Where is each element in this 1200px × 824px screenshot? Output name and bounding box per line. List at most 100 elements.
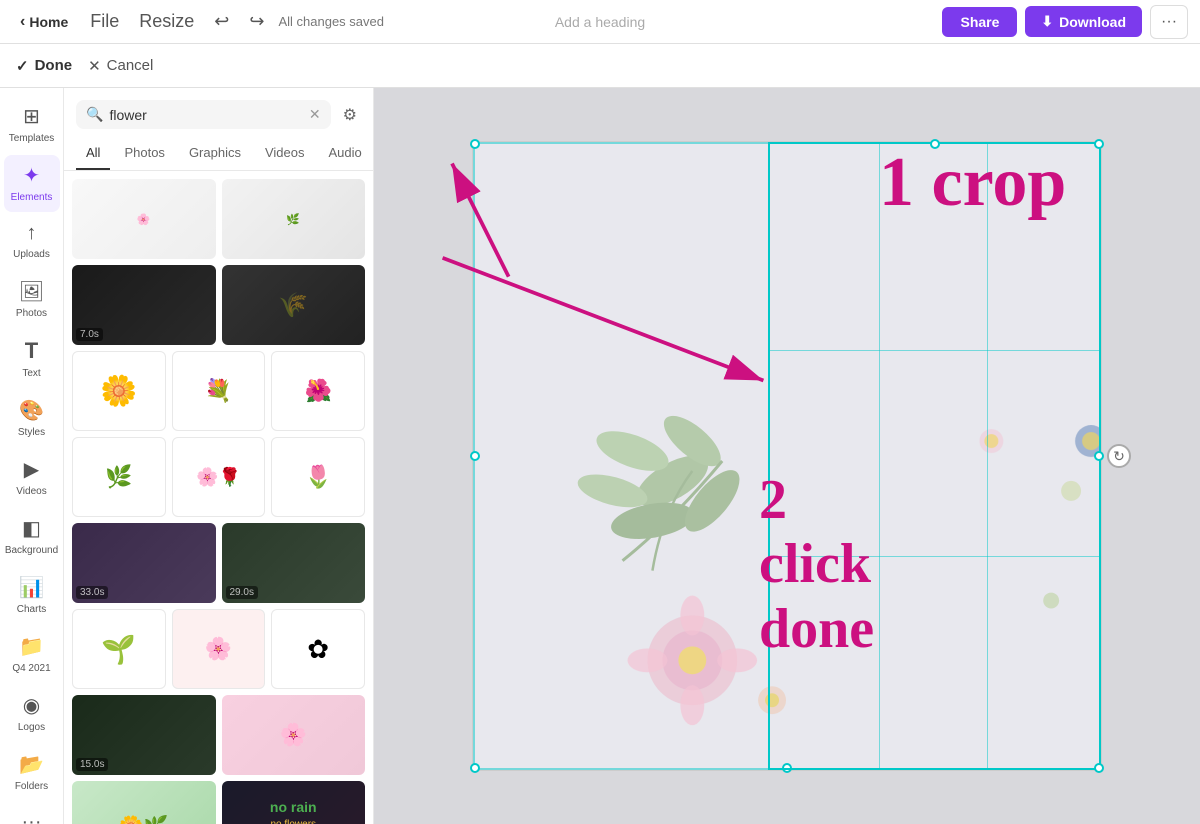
crop-handle-middleright[interactable] <box>1094 451 1104 461</box>
crop-overlay <box>473 142 1101 770</box>
tab-photos[interactable]: Photos <box>114 137 174 170</box>
checkmark-icon: ✓ <box>16 57 29 75</box>
crop-handle-topright[interactable] <box>1094 139 1104 149</box>
thumbnail-6[interactable]: 💐 <box>172 351 266 431</box>
resize-button[interactable]: Resize <box>133 7 200 36</box>
sidebar-item-text[interactable]: T Text <box>4 330 60 388</box>
thumbnail-17[interactable]: 🌸 <box>222 695 366 775</box>
thumbnail-4[interactable]: 🌾 <box>222 265 366 345</box>
thumbnail-14[interactable]: 🌸 <box>172 609 266 689</box>
photos-icon: 🖼 <box>19 279 44 304</box>
thumbnail-9[interactable]: 🌸🌹 <box>172 437 266 517</box>
charts-icon: 📊 <box>19 575 44 600</box>
panel-row-5: 33.0s 29.0s <box>72 523 365 603</box>
sidebar-item-uploads[interactable]: ↑ Uploads <box>4 214 60 269</box>
search-panel: 🔍 ✕ ⚙ All Photos Graphics Videos Audio 🌸… <box>64 88 374 824</box>
sidebar-item-label: Elements <box>11 192 53 204</box>
tab-all[interactable]: All <box>76 137 110 170</box>
sidebar-item-charts[interactable]: 📊 Charts <box>4 567 60 624</box>
thumbnail-8[interactable]: 🌿 <box>72 437 166 517</box>
x-icon: ✕ <box>88 57 101 75</box>
sidebar-item-background[interactable]: ◧ Background <box>4 508 60 565</box>
sidebar-item-more[interactable]: ··· More <box>4 803 60 824</box>
filter-button[interactable]: ⚙ <box>339 101 361 129</box>
clear-search-button[interactable]: ✕ <box>309 106 321 123</box>
more-options-button[interactable]: ··· <box>1150 5 1188 39</box>
sidebar-item-videos[interactable]: ▶ Videos <box>4 449 60 506</box>
uploads-icon: ↑ <box>27 222 37 245</box>
sidebar-item-label: Styles <box>18 427 45 439</box>
logos-icon: ◉ <box>23 693 40 718</box>
crop-handle-topleft[interactable] <box>470 139 480 149</box>
thumbnail-5[interactable]: 🌼 <box>72 351 166 431</box>
background-icon: ◧ <box>22 516 41 541</box>
thumbnail-2[interactable]: 🌿 <box>222 179 366 259</box>
actionbar: ✓ Done ✕ Cancel <box>0 44 1200 88</box>
undo-button[interactable]: ↩ <box>208 7 235 36</box>
thumbnail-18[interactable]: 🌼🌿 <box>72 781 216 824</box>
tab-videos[interactable]: Videos <box>255 137 315 170</box>
thumbnail-7[interactable]: 🌺 <box>271 351 365 431</box>
panel-row-4: 🌿 🌸🌹 🌷 <box>72 437 365 517</box>
tab-audio[interactable]: Audio <box>318 137 371 170</box>
crop-handle-topmiddle[interactable] <box>930 139 940 149</box>
search-box: 🔍 ✕ <box>76 100 331 129</box>
thumbnail-16[interactable]: 15.0s <box>72 695 216 775</box>
more-icon: ··· <box>22 811 42 824</box>
sidebar-item-logos[interactable]: ◉ Logos <box>4 685 60 742</box>
cancel-button[interactable]: ✕ Cancel <box>88 57 153 75</box>
sidebar-item-label: Photos <box>16 308 47 320</box>
panel-row-6: 🌱 🌸 ✿ <box>72 609 365 689</box>
home-button[interactable]: ‹ Home <box>12 9 76 35</box>
download-button[interactable]: ⬇ Download <box>1025 6 1142 37</box>
panel-row-2: 7.0s 🌾 <box>72 265 365 345</box>
sidebar-item-label: Background <box>5 545 58 557</box>
panel-search-area: 🔍 ✕ ⚙ <box>64 88 373 137</box>
search-input[interactable] <box>109 107 302 123</box>
q42021-icon: 📁 <box>19 634 44 659</box>
thumbnail-12[interactable]: 29.0s <box>222 523 366 603</box>
crop-handle-bottomleft[interactable] <box>470 763 480 773</box>
text-icon: T <box>25 338 38 364</box>
done-button[interactable]: ✓ Done <box>16 57 72 75</box>
rotate-handle[interactable]: ↻ <box>1107 444 1131 468</box>
sidebar-item-label: Logos <box>18 722 45 734</box>
thumbnail-11[interactable]: 33.0s <box>72 523 216 603</box>
canvas-page[interactable]: ↻ <box>472 141 1102 771</box>
share-button[interactable]: Share <box>942 7 1017 37</box>
sidebar-item-label: Charts <box>17 604 46 616</box>
thumbnail-13[interactable]: 🌱 <box>72 609 166 689</box>
tab-graphics[interactable]: Graphics <box>179 137 251 170</box>
file-button[interactable]: File <box>84 7 125 36</box>
thumbnail-1[interactable]: 🌸 <box>72 179 216 259</box>
saved-status: All changes saved <box>278 14 384 29</box>
panel-row-7: 15.0s 🌸 <box>72 695 365 775</box>
crop-handle-middleleft[interactable] <box>470 451 480 461</box>
sidebar-item-styles[interactable]: 🎨 Styles <box>4 390 60 447</box>
thumbnail-19[interactable]: no rain no flowers ⚡ <box>222 781 366 824</box>
sidebar-item-folders[interactable]: 📂 Folders <box>4 744 60 801</box>
topbar-center: Add a heading <box>407 14 794 30</box>
sidebar-item-q42021[interactable]: 📁 Q4 2021 <box>4 626 60 683</box>
videos-icon: ▶ <box>24 457 39 482</box>
panel-row-3: 🌼 💐 🌺 <box>72 351 365 431</box>
panel-row-8: 🌼🌿 no rain no flowers ⚡ <box>72 781 365 824</box>
redo-button[interactable]: ↪ <box>243 7 270 36</box>
thumbnail-10[interactable]: 🌷 <box>271 437 365 517</box>
sidebar: ⊞ Templates ✦ Elements ↑ Uploads 🖼 Photo… <box>0 88 64 824</box>
styles-icon: 🎨 <box>19 398 44 423</box>
heading-placeholder[interactable]: Add a heading <box>555 14 645 30</box>
sidebar-item-templates[interactable]: ⊞ Templates <box>4 96 60 153</box>
canvas-area: ↻ 1 crop 2clickdone <box>374 88 1200 824</box>
crop-handle-bottomright[interactable] <box>1094 763 1104 773</box>
sidebar-item-label: Templates <box>9 133 55 145</box>
sidebar-item-label: Folders <box>15 781 48 793</box>
sidebar-item-label: Uploads <box>13 249 50 261</box>
more-icon: ··· <box>1161 13 1177 30</box>
sidebar-item-elements[interactable]: ✦ Elements <box>4 155 60 212</box>
topbar: ‹ Home File Resize ↩ ↪ All changes saved… <box>0 0 1200 44</box>
thumbnail-3[interactable]: 7.0s <box>72 265 216 345</box>
sidebar-item-label: Text <box>22 368 40 380</box>
sidebar-item-photos[interactable]: 🖼 Photos <box>4 271 60 328</box>
thumbnail-15[interactable]: ✿ <box>271 609 365 689</box>
